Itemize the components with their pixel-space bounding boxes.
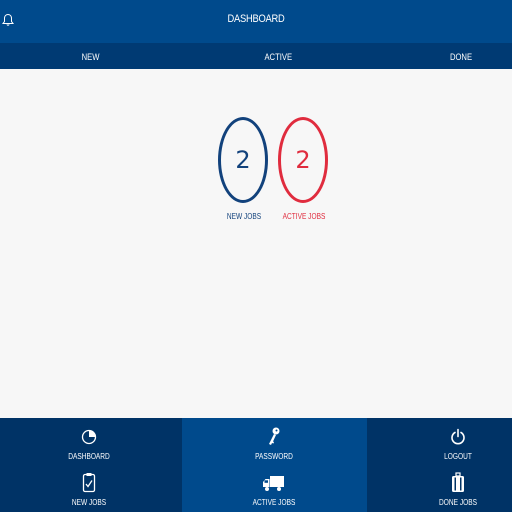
nav-dashboard-label: DASHBOARD [68,452,110,461]
bottom-nav: DASHBOARD PASSWORD LOGOUT NEW JOBS ACTIV… [0,418,512,512]
page-title: DASHBOARD [227,13,285,25]
clipboard-icon [82,473,96,493]
tab-active[interactable]: ACTIVE [264,52,292,62]
nav-done-jobs-label: DONE JOBS [439,498,477,507]
nav-active-jobs[interactable]: ACTIVE JOBS [229,471,319,507]
active-jobs-stat[interactable]: 2 ACTIVE JOBS [278,117,330,221]
nav-password-label: PASSWORD [255,452,293,461]
active-jobs-circle[interactable]: 2 [278,117,330,203]
nav-new-jobs-label: NEW JOBS [71,498,107,507]
app-header: DASHBOARD [0,0,512,43]
nav-dashboard[interactable]: DASHBOARD [44,425,134,461]
new-jobs-circle[interactable]: 2 [218,117,270,203]
nav-logout[interactable]: LOGOUT [413,425,503,461]
key-icon [269,427,280,445]
nav-active-jobs-label: ACTIVE JOBS [252,498,296,507]
briefcase-icon [452,472,464,492]
active-jobs-count: 2 [295,146,311,174]
new-jobs-count: 2 [235,146,251,174]
new-jobs-label: NEW JOBS [226,212,262,221]
nav-password[interactable]: PASSWORD [229,425,319,461]
nav-logout-label: LOGOUT [444,452,472,461]
bell-icon[interactable] [2,13,14,27]
tab-new[interactable]: NEW [82,52,100,62]
truck-icon [263,476,284,491]
tab-bar: NEW ACTIVE DONE [0,43,512,69]
nav-done-jobs[interactable]: DONE JOBS [413,471,503,507]
dashboard-content: 2 NEW JOBS 2 ACTIVE JOBS [0,69,512,418]
active-jobs-label: ACTIVE JOBS [282,212,326,221]
tab-done[interactable]: DONE [450,52,472,62]
power-icon [451,428,465,445]
new-jobs-stat[interactable]: 2 NEW JOBS [218,117,270,221]
pie-chart-icon [81,429,97,445]
nav-new-jobs[interactable]: NEW JOBS [44,471,134,507]
